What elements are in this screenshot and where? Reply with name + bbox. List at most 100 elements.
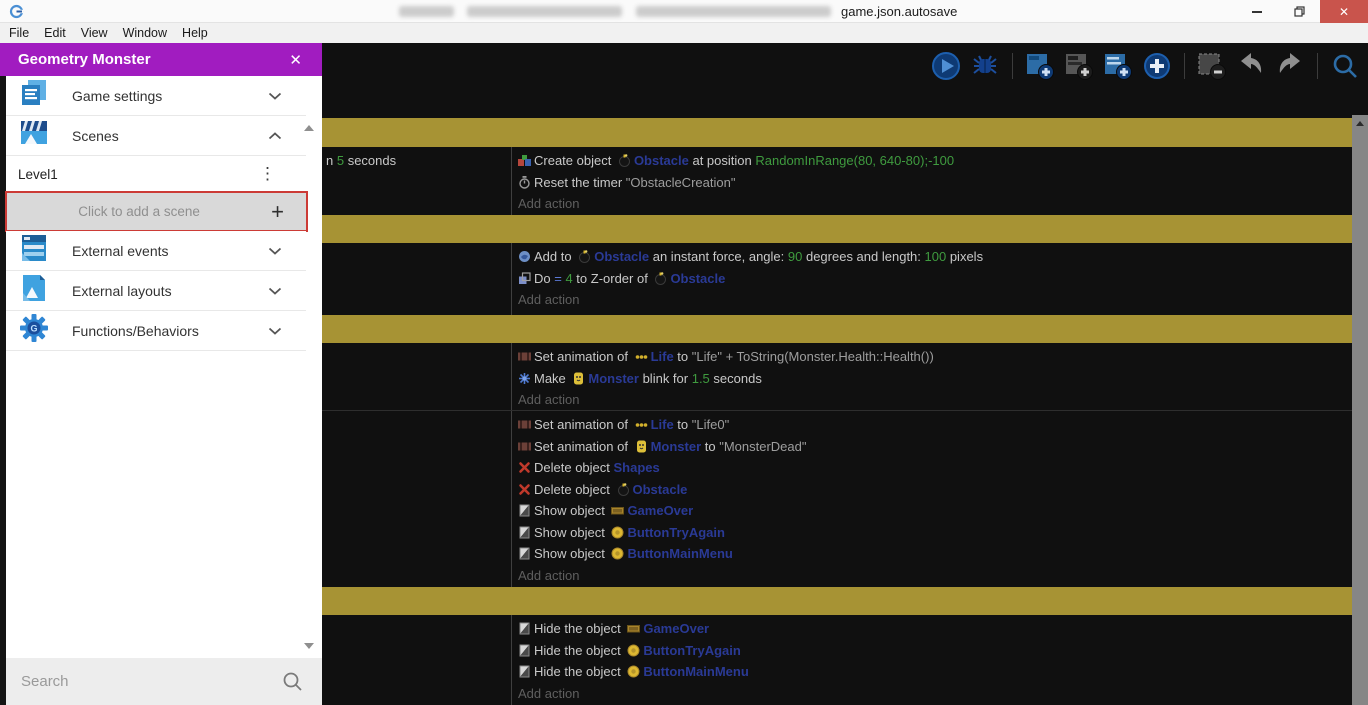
condition-cell[interactable]: n 5 seconds bbox=[322, 147, 512, 215]
bomb-icon bbox=[618, 154, 630, 168]
action-hide-object[interactable]: Hide the object ButtonTryAgain bbox=[518, 640, 1352, 662]
kebab-menu-icon[interactable]: ⋮ bbox=[259, 165, 276, 182]
search-input[interactable] bbox=[6, 673, 282, 690]
event-row[interactable]: n 5 seconds Create object Obstacle at po… bbox=[322, 147, 1352, 215]
minimize-button[interactable] bbox=[1236, 0, 1278, 23]
add-action-link[interactable]: Add action bbox=[518, 683, 1352, 705]
actions-cell[interactable]: Create object Obstacle at position Rando… bbox=[512, 147, 1352, 215]
action-blink[interactable]: Make Monster blink for 1.5 seconds bbox=[518, 368, 1352, 390]
sidebar-item-external-layouts[interactable]: External layouts bbox=[6, 271, 306, 311]
visibility-icon bbox=[519, 665, 530, 678]
add-action-link[interactable]: Add action bbox=[518, 193, 1352, 215]
action-set-animation[interactable]: Set animation of Life to "Life0" bbox=[518, 414, 1352, 436]
action-delete-object[interactable]: Delete object Shapes bbox=[518, 457, 1352, 479]
actions-cell[interactable]: Add to Obstacle an instant force, angle:… bbox=[512, 243, 1352, 315]
sidebar-item-label: Scenes bbox=[72, 127, 119, 144]
add-scene-row[interactable]: Click to add a scene + bbox=[7, 193, 306, 230]
restore-button[interactable] bbox=[1278, 0, 1320, 23]
events-scrollbar[interactable] bbox=[1352, 115, 1368, 705]
add-action-link[interactable]: Add action bbox=[518, 565, 1352, 587]
action-create-object[interactable]: Create object Obstacle at position Rando… bbox=[518, 150, 1352, 172]
event-group-bar[interactable] bbox=[322, 315, 1352, 343]
window-title: game.json.autosave bbox=[841, 4, 958, 19]
scene-item-level1[interactable]: Level1 ⋮ bbox=[6, 156, 306, 192]
chevron-down-icon[interactable] bbox=[268, 282, 282, 300]
action-set-animation[interactable]: Set animation of Monster to "MonsterDead… bbox=[518, 436, 1352, 458]
window-title-bar: game.json.autosave ✕ bbox=[0, 0, 1368, 23]
blink-icon bbox=[518, 371, 531, 385]
action-delete-object[interactable]: Delete object Obstacle bbox=[518, 479, 1352, 501]
menu-file[interactable]: File bbox=[9, 26, 29, 40]
close-window-button[interactable]: ✕ bbox=[1320, 0, 1368, 23]
visibility-icon bbox=[519, 622, 530, 635]
search-events-button[interactable] bbox=[1330, 51, 1360, 81]
plus-icon: + bbox=[271, 198, 284, 224]
chevron-down-icon[interactable] bbox=[268, 242, 282, 260]
action-show-object[interactable]: Show object ButtonMainMenu bbox=[518, 543, 1352, 565]
add-new-event-button[interactable] bbox=[1142, 51, 1172, 81]
set-animation-icon bbox=[518, 420, 531, 429]
actions-cell[interactable]: Hide the object GameOver Hide the object… bbox=[512, 615, 1352, 705]
chevron-up-icon[interactable] bbox=[268, 127, 282, 145]
add-sub-event-button[interactable] bbox=[1064, 51, 1094, 81]
chevron-down-icon[interactable] bbox=[268, 322, 282, 340]
object-name: Monster bbox=[650, 438, 702, 454]
action-reset-timer[interactable]: Reset the timer "ObstacleCreation" bbox=[518, 172, 1352, 194]
action-add-force[interactable]: Add to Obstacle an instant force, angle:… bbox=[518, 246, 1352, 268]
add-action-link[interactable]: Add action bbox=[518, 289, 1352, 311]
close-icon: ✕ bbox=[1338, 4, 1350, 19]
play-button[interactable] bbox=[931, 51, 961, 81]
actions-cell[interactable]: Set animation of Life to "Life" + ToStri… bbox=[512, 343, 1352, 410]
menu-window[interactable]: Window bbox=[123, 26, 167, 40]
event-row[interactable]: Set animation of Life to "Life" + ToStri… bbox=[322, 343, 1352, 410]
bomb-icon bbox=[579, 250, 591, 264]
drawer-scroll-down-icon[interactable] bbox=[304, 643, 314, 649]
event-group-bar[interactable] bbox=[322, 215, 1352, 243]
blurred-title-segment bbox=[467, 6, 622, 17]
object-name: Obstacle bbox=[670, 270, 726, 286]
add-action-link[interactable]: Add action bbox=[518, 389, 1352, 411]
yellow-button-icon bbox=[611, 526, 624, 539]
action-set-animation[interactable]: Set animation of Life to "Life" + ToStri… bbox=[518, 346, 1352, 368]
event-row[interactable]: Add to Obstacle an instant force, angle:… bbox=[322, 243, 1352, 315]
condition-cell[interactable] bbox=[322, 243, 512, 315]
action-hide-object[interactable]: Hide the object GameOver bbox=[518, 618, 1352, 640]
drawer-scroll-up-icon[interactable] bbox=[304, 125, 314, 131]
monster-icon bbox=[573, 371, 584, 385]
delete-cross-icon bbox=[519, 483, 530, 495]
set-animation-icon bbox=[518, 352, 531, 361]
events-list: n 5 seconds Create object Obstacle at po… bbox=[322, 88, 1352, 705]
action-hide-object[interactable]: Hide the object ButtonMainMenu bbox=[518, 661, 1352, 683]
sidebar-item-game-settings[interactable]: Game settings bbox=[6, 76, 306, 116]
external-events-icon bbox=[18, 233, 50, 268]
action-show-object[interactable]: Show object GameOver bbox=[518, 500, 1352, 522]
menu-edit[interactable]: Edit bbox=[44, 26, 66, 40]
event-group-bar[interactable] bbox=[322, 118, 1352, 147]
search-icon[interactable] bbox=[282, 671, 304, 693]
action-z-order[interactable]: Do = 4 to Z-order of Obstacle bbox=[518, 268, 1352, 290]
condition-cell[interactable] bbox=[322, 343, 512, 410]
object-name: Obstacle bbox=[633, 153, 689, 169]
sidebar-item-external-events[interactable]: External events bbox=[6, 231, 306, 271]
menu-view[interactable]: View bbox=[81, 26, 108, 40]
actions-cell[interactable]: Set animation of Life to "Life0" Set ani… bbox=[512, 411, 1352, 587]
event-row[interactable]: Set animation of Life to "Life0" Set ani… bbox=[322, 410, 1352, 587]
action-show-object[interactable]: Show object ButtonTryAgain bbox=[518, 522, 1352, 544]
condition-cell[interactable] bbox=[322, 411, 512, 587]
sidebar-item-functions-behaviors[interactable]: G Functions/Behaviors bbox=[6, 311, 306, 351]
sidebar-item-scenes[interactable]: Scenes bbox=[6, 116, 306, 156]
redo-button[interactable] bbox=[1275, 51, 1305, 81]
remove-event-button[interactable] bbox=[1197, 51, 1227, 81]
close-drawer-icon[interactable]: ✕ bbox=[289, 51, 302, 69]
event-row[interactable]: Hide the object GameOver Hide the object… bbox=[322, 615, 1352, 705]
object-name: Monster bbox=[588, 370, 639, 386]
condition-cell[interactable] bbox=[322, 615, 512, 705]
game-over-icon bbox=[627, 625, 641, 633]
undo-button[interactable] bbox=[1236, 51, 1266, 81]
event-group-bar[interactable] bbox=[322, 587, 1352, 615]
add-comment-button[interactable] bbox=[1103, 51, 1133, 81]
chevron-down-icon[interactable] bbox=[268, 87, 282, 105]
add-event-button[interactable] bbox=[1025, 51, 1055, 81]
menu-help[interactable]: Help bbox=[182, 26, 208, 40]
debug-button[interactable] bbox=[970, 51, 1000, 81]
